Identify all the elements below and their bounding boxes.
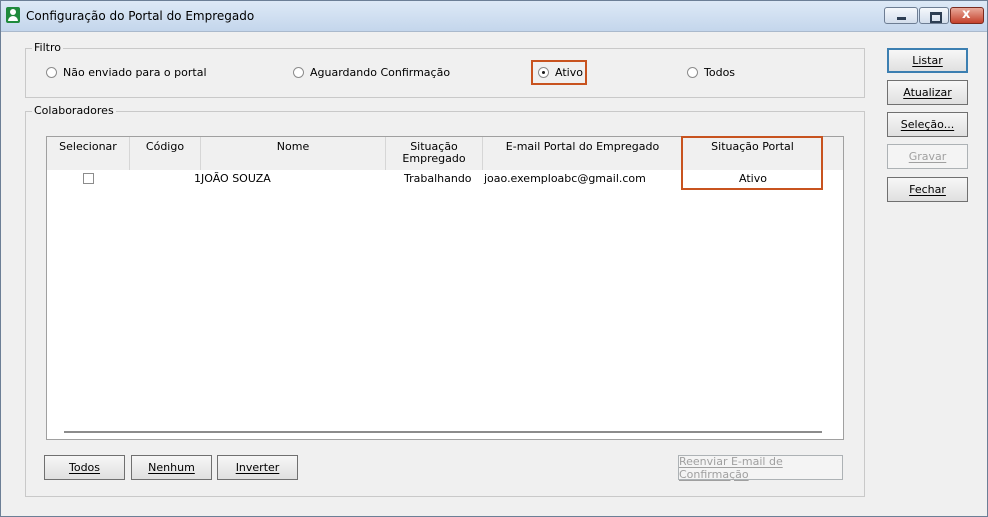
minimize-button[interactable] [884,7,918,24]
colaboradores-grid[interactable]: Selecionar Código Nome Situação Empregad… [46,136,844,440]
col-selecionar[interactable]: Selecionar [47,137,130,170]
minimize-icon [897,17,906,20]
horizontal-scrollbar[interactable] [64,431,822,433]
row-codigo: 1 [194,172,201,185]
col-codigo[interactable]: Código [130,137,201,170]
close-button[interactable]: x [950,7,984,24]
todos-button[interactable]: Todos [44,455,125,480]
gravar-button[interactable]: Gravar [887,144,968,169]
main-window: Configuração do Portal do Empregado x Fi… [0,0,988,517]
row-situacao-empregado: Trabalhando [404,172,472,185]
row-select-checkbox[interactable] [83,173,94,184]
radio-aguardando-label: Aguardando Confirmação [310,66,451,79]
filtro-label: Filtro [32,41,63,54]
nenhum-button[interactable]: Nenhum [131,455,212,480]
radio-todos[interactable]: Todos [687,66,735,79]
col-nome[interactable]: Nome [201,137,386,170]
radio-todos-label: Todos [704,66,736,79]
maximize-icon [930,12,942,23]
radio-aguardando[interactable]: Aguardando Confirmação [293,66,450,79]
radio-nao-enviado-label: Não enviado para o portal [63,66,207,79]
selecao-button[interactable]: Seleção... [887,112,968,137]
listar-button[interactable]: Listar [887,48,968,73]
filtro-group: Filtro Não enviado para o portal Aguarda… [25,41,865,98]
close-icon: x [962,7,971,22]
row-nome: JOÃO SOUZA [201,172,271,185]
fechar-button[interactable]: Fechar [887,177,968,202]
col-situacao-empregado[interactable]: Situação Empregado [386,137,483,170]
app-user-icon [6,7,20,23]
window-title: Configuração do Portal do Empregado [26,9,255,23]
col-email[interactable]: E-mail Portal do Empregado [483,137,683,170]
maximize-button[interactable] [919,7,949,24]
colaboradores-label: Colaboradores [32,104,116,117]
reenviar-email-button[interactable]: Reenviar E-mail de Confirmação [678,455,843,481]
atualizar-button[interactable]: Atualizar [887,80,968,105]
radio-circle-icon [687,67,698,78]
highlight-situacao-portal [681,136,823,190]
radio-nao-enviado[interactable]: Não enviado para o portal [46,66,207,79]
radio-circle-icon [293,67,304,78]
inverter-button[interactable]: Inverter [217,455,298,480]
radio-circle-icon [46,67,57,78]
title-bar: Configuração do Portal do Empregado x [1,1,987,32]
highlight-ativo [531,60,587,85]
row-email: joao.exemploabc@gmail.com [484,172,646,185]
